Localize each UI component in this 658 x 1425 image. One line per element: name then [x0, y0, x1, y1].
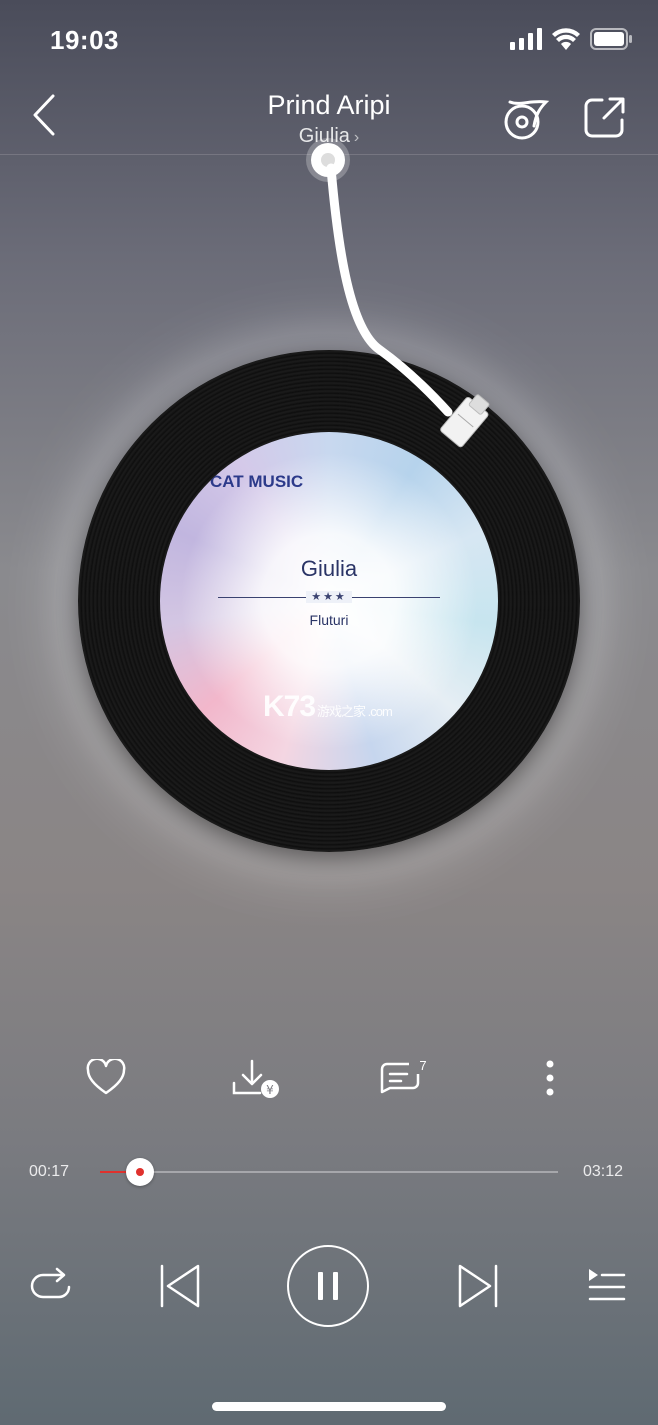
playback-controls: [0, 1240, 658, 1330]
progress-bar: 00:17 03:12: [0, 1152, 658, 1192]
label-brand: CAT MUSIC: [210, 472, 304, 491]
svg-text:¥: ¥: [266, 1083, 274, 1097]
previous-icon: [160, 1264, 200, 1308]
artist-name: Giulia: [298, 125, 350, 147]
comment-button[interactable]: 7: [372, 1050, 432, 1106]
like-button[interactable]: [76, 1050, 136, 1106]
home-indicator[interactable]: [212, 1402, 446, 1411]
sound-effect-button[interactable]: [500, 92, 550, 142]
status-bar: 19:03: [0, 0, 658, 80]
battery-icon: [590, 28, 632, 50]
seek-knob[interactable]: [126, 1158, 155, 1186]
repeat-button[interactable]: [26, 1262, 76, 1308]
playlist-icon: [588, 1269, 626, 1301]
download-paid-icon: ¥: [232, 1059, 279, 1098]
next-button[interactable]: [452, 1260, 508, 1312]
wifi-icon: [552, 28, 580, 50]
more-vertical-icon: [546, 1060, 554, 1096]
song-title: Prind Aripi: [267, 90, 391, 120]
comment-icon: 7: [380, 1058, 427, 1094]
sound-effect-icon: [504, 100, 550, 140]
next-icon: [458, 1264, 498, 1308]
signal-icon: [510, 28, 542, 50]
playlist-button[interactable]: [584, 1262, 628, 1308]
action-row: ¥ 7: [0, 1050, 658, 1110]
current-time: 00:17: [29, 1163, 70, 1180]
label-artist: Giulia: [300, 556, 358, 581]
player-header: Prind Aripi Giulia ›: [0, 80, 658, 155]
chevron-right-icon: ›: [353, 129, 360, 146]
watermark-logo: K73 游戏之家 .com: [263, 690, 393, 723]
previous-button[interactable]: [150, 1260, 206, 1312]
pause-icon: [318, 1272, 338, 1300]
label-stars: ★★★: [160, 590, 498, 603]
artist-link[interactable]: Giulia ›: [0, 125, 658, 148]
status-icons: [510, 28, 632, 50]
pause-button[interactable]: [287, 1245, 369, 1327]
label-album: Fluturi: [309, 612, 349, 628]
heart-icon: [86, 1059, 126, 1095]
share-button[interactable]: [582, 94, 628, 140]
total-time: 03:12: [583, 1163, 624, 1180]
repeat-icon: [30, 1267, 71, 1299]
download-button[interactable]: ¥: [226, 1050, 286, 1106]
comment-count: 7: [419, 1058, 426, 1073]
more-button[interactable]: [520, 1050, 580, 1106]
share-icon: [584, 97, 625, 138]
seek-track[interactable]: [100, 1158, 558, 1186]
status-time: 19:03: [50, 25, 119, 55]
album-cover: CAT MUSIC Giulia ★★★ Fluturi K73 游戏之家 .co…: [160, 432, 498, 770]
